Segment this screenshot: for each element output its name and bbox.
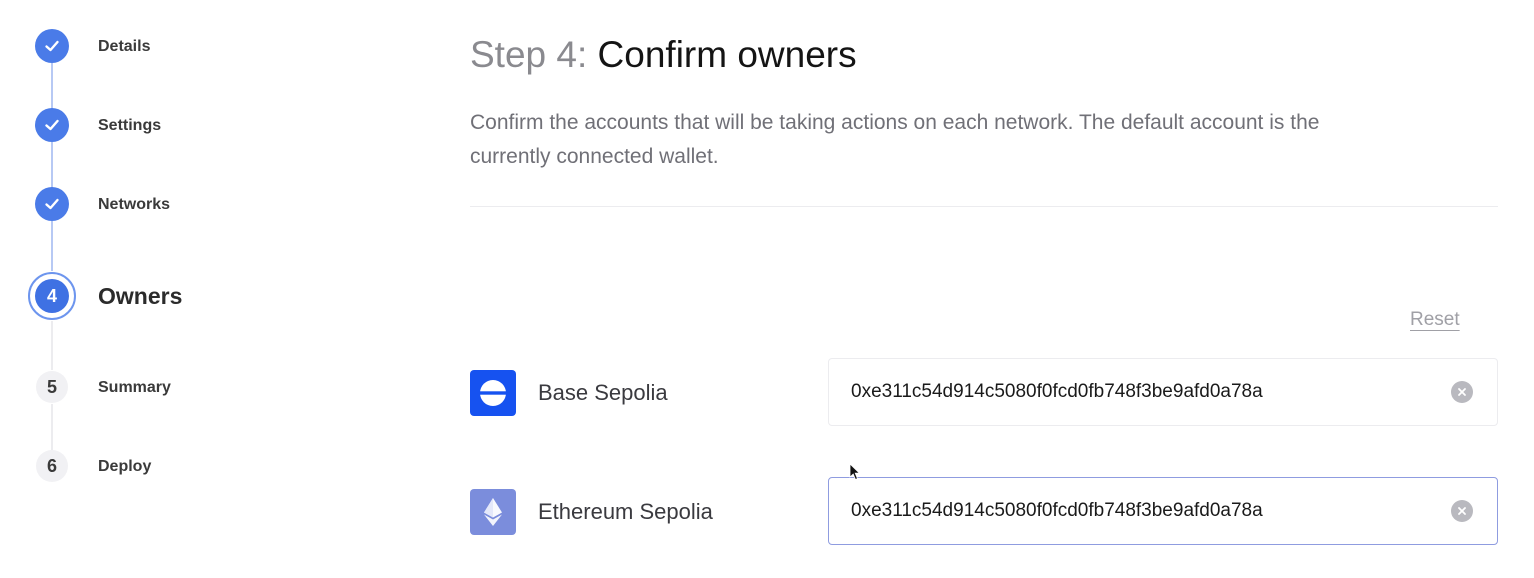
clear-icon[interactable]	[1451, 381, 1473, 403]
owner-address-field[interactable]	[828, 358, 1498, 426]
step-label-summary: Summary	[98, 379, 171, 396]
step-5-indicator: 5	[36, 371, 68, 403]
step-3-complete-icon[interactable]	[35, 187, 69, 221]
step-number: 4	[35, 279, 69, 313]
step-6-indicator: 6	[36, 450, 68, 482]
stepper-connector	[51, 142, 53, 188]
checkmark-icon	[45, 119, 59, 131]
step-prefix: Step 4:	[470, 34, 588, 75]
step-4-current-indicator: 4	[28, 272, 76, 320]
base-logo-icon	[470, 370, 516, 416]
owner-address-field[interactable]	[828, 477, 1498, 545]
page-description: Confirm the accounts that will be taking…	[470, 111, 1320, 168]
step-label-details[interactable]: Details	[98, 38, 150, 56]
step-2-complete-icon[interactable]	[35, 108, 69, 142]
reset-button[interactable]: Reset	[1410, 309, 1460, 331]
owner-address-input[interactable]	[851, 359, 1431, 425]
step-1-complete-icon[interactable]	[35, 29, 69, 63]
step-label-deploy: Deploy	[98, 458, 152, 475]
network-name: Base Sepolia	[538, 380, 668, 405]
network-name: Ethereum Sepolia	[538, 499, 713, 524]
network-row-ethereum-sepolia: Ethereum Sepolia	[470, 477, 1498, 545]
step-label-owners: Owners	[98, 283, 183, 309]
stepper-connector	[51, 63, 53, 109]
stepper-connector	[51, 221, 53, 271]
step-label-settings[interactable]: Settings	[98, 117, 161, 135]
step-title: Confirm owners	[597, 34, 857, 75]
stepper-connector	[51, 404, 53, 450]
progress-stepper: Details Settings Networks 4 Owners 5 Sum…	[0, 0, 400, 578]
page-title: Step 4: Confirm owners	[470, 34, 857, 76]
network-row-base-sepolia: Base Sepolia	[470, 358, 1498, 426]
checkmark-icon	[45, 198, 59, 210]
owner-address-input[interactable]	[851, 478, 1431, 544]
step-label-networks[interactable]: Networks	[98, 196, 170, 214]
mouse-pointer-icon	[849, 463, 861, 481]
section-divider	[470, 206, 1498, 207]
clear-icon[interactable]	[1451, 500, 1473, 522]
ethereum-logo-icon	[470, 489, 516, 535]
checkmark-icon	[45, 40, 59, 52]
stepper-connector	[51, 321, 53, 370]
